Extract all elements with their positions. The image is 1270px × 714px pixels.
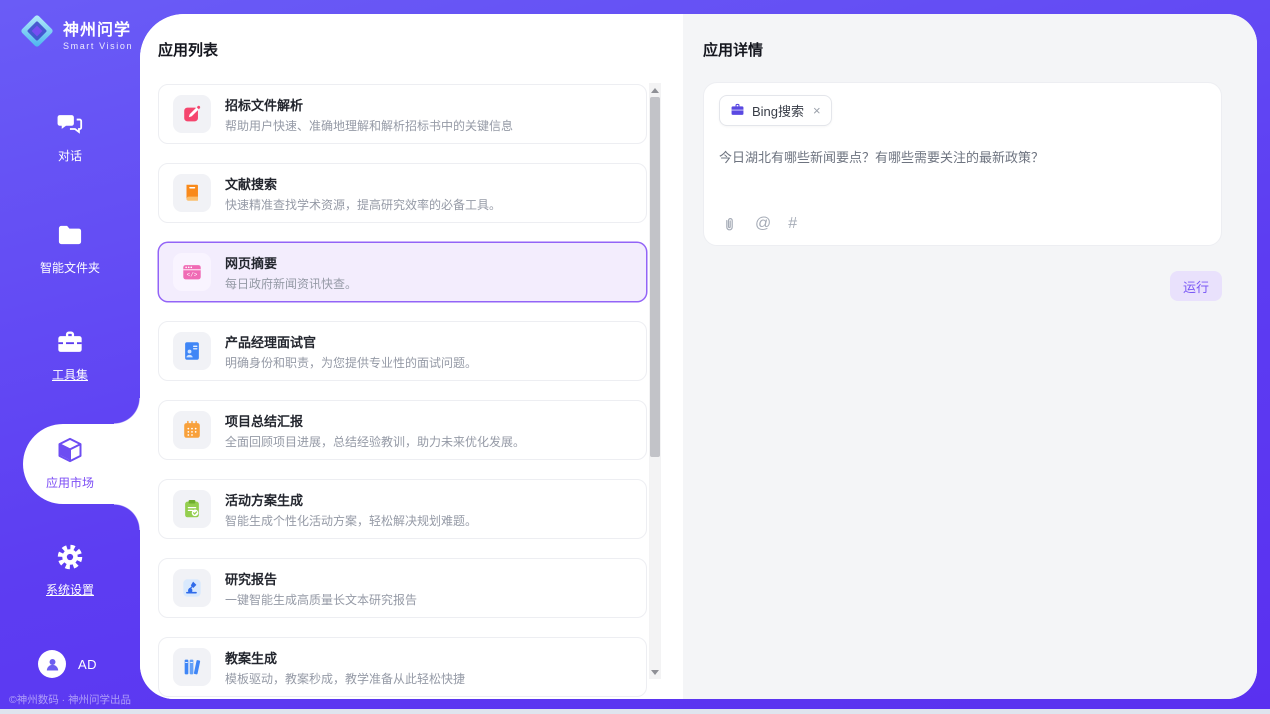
svg-text:</>: </> <box>187 271 198 278</box>
sidebar-item-label: 智能文件夹 <box>0 259 140 276</box>
app-card-desc: 每日政府新闻资讯快查。 <box>225 275 357 292</box>
chat-icon <box>57 124 84 141</box>
app-card-project-summary[interactable]: 项目总结汇报 全面回顾项目进展，总结经验教训，助力未来优化发展。 <box>158 400 647 460</box>
book-icon <box>173 174 211 212</box>
app-card-desc: 模板驱动，教案秒成，教学准备从此轻松快捷 <box>225 670 465 687</box>
gear-icon <box>56 558 84 575</box>
app-card-title: 教案生成 <box>225 648 465 667</box>
sidebar-item-label: 对话 <box>0 147 140 164</box>
attachment-toolbar: @ # <box>721 215 797 233</box>
hash-icon[interactable]: # <box>788 215 797 233</box>
sidebar-item-label: 工具集 <box>0 366 140 383</box>
toolbox-icon <box>56 343 84 360</box>
mention-icon[interactable]: @ <box>755 215 771 233</box>
app-card-bid-analysis[interactable]: 招标文件解析 帮助用户快速、准确地理解和解析招标书中的关键信息 <box>158 84 647 144</box>
sidebar-item-label: 应用市场 <box>0 474 140 491</box>
app-card-research-report[interactable]: 研究报告 一键智能生成高质量长文本研究报告 <box>158 558 647 618</box>
app-card-literature-search[interactable]: 文献搜索 快速精准查找学术资源，提高研究效率的必备工具。 <box>158 163 647 223</box>
sidebar-item-app-market[interactable]: 应用市场 <box>0 436 140 491</box>
edit-doc-icon <box>173 95 211 133</box>
app-card-lesson-plan[interactable]: 教案生成 模板驱动，教案秒成，教学准备从此轻松快捷 <box>158 637 647 697</box>
app-card-desc: 全面回顾项目进展，总结经验教训，助力未来优化发展。 <box>225 433 525 450</box>
app-card-desc: 一键智能生成高质量长文本研究报告 <box>225 591 417 608</box>
clipboard-check-icon <box>173 490 211 528</box>
sidebar-item-label: 系统设置 <box>0 581 140 598</box>
app-card-list: 招标文件解析 帮助用户快速、准确地理解和解析招标书中的关键信息 文献搜索 快速精… <box>158 84 647 699</box>
brand-subtitle: Smart Vision <box>63 41 133 51</box>
sidebar-item-toolset[interactable]: 工具集 <box>0 328 140 383</box>
app-card-desc: 快速精准查找学术资源，提高研究效率的必备工具。 <box>225 196 501 213</box>
sidebar-item-smart-folders[interactable]: 智能文件夹 <box>0 221 140 276</box>
books-icon <box>173 648 211 686</box>
briefcase-icon <box>730 102 745 120</box>
sidebar-item-chat[interactable]: 对话 <box>0 110 140 164</box>
close-icon[interactable]: × <box>813 103 821 118</box>
brand-logo: 神州问学 Smart Vision <box>18 12 133 55</box>
scroll-up-icon[interactable] <box>649 83 661 97</box>
app-card-title: 研究报告 <box>225 569 417 588</box>
avatar <box>38 650 66 678</box>
user-name: AD <box>78 657 97 672</box>
scrollbar <box>649 83 661 679</box>
paperclip-icon[interactable] <box>721 216 738 233</box>
run-button[interactable]: 运行 <box>1170 271 1222 301</box>
resume-icon <box>173 332 211 370</box>
app-card-title: 项目总结汇报 <box>225 411 525 430</box>
app-card-event-plan[interactable]: 活动方案生成 智能生成个性化活动方案，轻松解决规划难题。 <box>158 479 647 539</box>
app-card-pm-interviewer[interactable]: 产品经理面试官 明确身份和职责，为您提供专业性的面试问题。 <box>158 321 647 381</box>
app-list-title: 应用列表 <box>158 39 218 60</box>
tool-tag-label: Bing搜索 <box>752 101 804 120</box>
app-card-title: 网页摘要 <box>225 253 357 272</box>
app-card-title: 产品经理面试官 <box>225 332 477 351</box>
app-card-desc: 明确身份和职责，为您提供专业性的面试问题。 <box>225 354 477 371</box>
app-detail-title: 应用详情 <box>703 39 763 60</box>
app-list-pane: 应用列表 招标文件解析 帮助用户快速、准确地理解和解析招标书中的关键信息 <box>140 14 683 699</box>
scrollbar-thumb[interactable] <box>650 97 660 457</box>
browser-code-icon: </> <box>173 253 211 291</box>
folder-icon <box>56 236 84 253</box>
sidebar-item-settings[interactable]: 系统设置 <box>0 543 140 598</box>
app-input-card[interactable]: Bing搜索 × 今日湖北有哪些新闻要点？有哪些需要关注的最新政策？ @ # <box>703 82 1222 246</box>
bottom-edge-strip <box>0 709 1270 714</box>
app-card-desc: 智能生成个性化活动方案，轻松解决规划难题。 <box>225 512 477 529</box>
app-card-title: 活动方案生成 <box>225 490 477 509</box>
main-panel: 应用列表 招标文件解析 帮助用户快速、准确地理解和解析招标书中的关键信息 <box>140 14 1257 699</box>
cube-icon <box>56 451 84 468</box>
note-icon <box>173 411 211 449</box>
app-card-title: 文献搜索 <box>225 174 501 193</box>
app-card-desc: 帮助用户快速、准确地理解和解析招标书中的关键信息 <box>225 117 513 134</box>
app-card-title: 招标文件解析 <box>225 95 513 114</box>
sidebar-footer: ©神州数码 · 神州问学出品 <box>0 692 140 707</box>
microscope-icon <box>173 569 211 607</box>
brand-name: 神州问学 <box>63 16 133 40</box>
sidebar: 神州问学 Smart Vision 对话 智能文件夹 <box>0 0 140 714</box>
query-text[interactable]: 今日湖北有哪些新闻要点？有哪些需要关注的最新政策？ <box>719 148 1206 168</box>
app-card-web-summary[interactable]: </> 网页摘要 每日政府新闻资讯快查。 <box>158 242 647 302</box>
user-chip[interactable]: AD <box>38 650 97 678</box>
brand-diamond-icon <box>18 12 56 55</box>
tool-tag-bing-search[interactable]: Bing搜索 × <box>719 95 832 126</box>
app-detail-pane: 应用详情 Bing搜索 × 今日湖北有哪些新闻要点？有哪些需要关注的最新政策？ <box>683 14 1257 699</box>
scroll-down-icon[interactable] <box>649 665 661 679</box>
